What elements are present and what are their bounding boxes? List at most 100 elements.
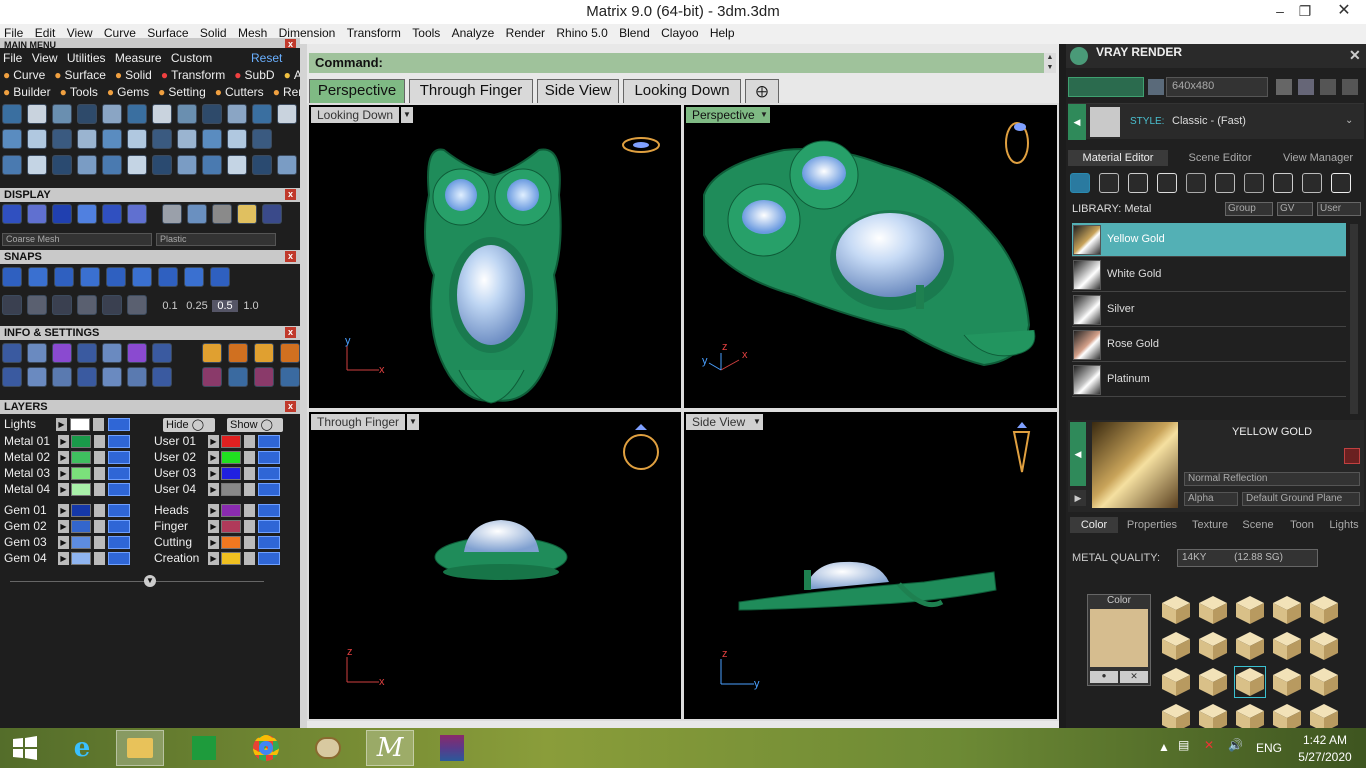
tool-icon[interactable]	[102, 343, 122, 363]
material-select[interactable]: Plastic	[156, 233, 276, 246]
layer-arrow[interactable]: ▶	[58, 536, 69, 549]
menu-analyze[interactable]: Analyze	[448, 24, 499, 40]
mm-cutters[interactable]: ● Cutters	[212, 85, 270, 99]
material-tool-icon[interactable]	[1331, 173, 1351, 193]
tool-icon[interactable]	[52, 295, 72, 315]
tool-icon[interactable]	[227, 155, 247, 175]
restore-button[interactable]: ❐	[1290, 0, 1320, 22]
layer-color[interactable]	[71, 504, 91, 517]
style-value[interactable]: Classic - (Fast)	[1172, 115, 1246, 127]
layer-toggle[interactable]	[108, 520, 130, 533]
tool-icon[interactable]	[127, 155, 147, 175]
tool-icon[interactable]	[2, 295, 22, 315]
command-scroll[interactable]: ▲ ▼	[1044, 53, 1056, 73]
tray-up-icon[interactable]: ▲	[1158, 740, 1170, 754]
store-icon[interactable]	[180, 730, 228, 766]
layer-color[interactable]	[71, 467, 91, 480]
color-swatch[interactable]	[1090, 609, 1148, 667]
image-icon[interactable]	[1298, 79, 1314, 95]
menu-tools[interactable]: Tools	[408, 24, 444, 40]
close-icon[interactable]: x	[285, 39, 296, 48]
tool-icon[interactable]	[77, 104, 97, 124]
layer-row[interactable]: User 03 ▶	[154, 466, 294, 481]
tab-looking-down[interactable]: Looking Down	[623, 79, 741, 103]
tool-icon[interactable]	[52, 104, 72, 124]
layer-toggle[interactable]	[258, 467, 280, 480]
tool-icon[interactable]	[2, 267, 22, 287]
layer-row[interactable]: Cutting ▶	[154, 535, 294, 550]
volume-icon[interactable]: 🔊	[1228, 738, 1243, 752]
tool-icon[interactable]	[252, 129, 272, 149]
tool-icon[interactable]	[184, 267, 204, 287]
layer-arrow[interactable]: ▶	[208, 520, 219, 533]
layer-toggle[interactable]	[108, 536, 130, 549]
tool-icon[interactable]	[228, 367, 248, 387]
layer-row[interactable]: Metal 03 ▶	[4, 466, 144, 481]
material-tool-icon[interactable]	[1186, 173, 1206, 193]
metal-preset-cube[interactable]	[1160, 666, 1192, 698]
tool-icon[interactable]	[127, 104, 147, 124]
lock-icon[interactable]	[244, 504, 255, 517]
collapse-icon[interactable]: ◀	[1068, 104, 1086, 140]
filter-user[interactable]: User	[1317, 202, 1361, 216]
metal-preset-cube[interactable]	[1160, 702, 1192, 728]
tab-material-editor[interactable]: Material Editor	[1068, 150, 1168, 166]
tool-icon[interactable]	[280, 367, 300, 387]
tool-icon[interactable]	[102, 155, 122, 175]
layer-arrow[interactable]: ▶	[208, 536, 219, 549]
layer-row[interactable]: Metal 01 ▶	[4, 434, 144, 449]
paint-icon[interactable]	[304, 730, 352, 766]
lock-icon[interactable]	[94, 552, 105, 565]
menu-help[interactable]: Help	[706, 24, 739, 40]
layer-color[interactable]	[221, 504, 241, 517]
metal-preset-cube[interactable]	[1271, 702, 1303, 728]
mm-file[interactable]: File	[0, 51, 25, 65]
render-icon[interactable]	[1148, 79, 1164, 95]
menu-clayoo[interactable]: Clayoo	[657, 24, 702, 40]
lock-icon[interactable]	[93, 418, 104, 431]
resolution-select[interactable]: 640x480	[1166, 77, 1268, 97]
lock-icon[interactable]	[244, 435, 255, 448]
color-picker-icon[interactable]: ●	[1090, 671, 1118, 683]
menu-render[interactable]: Render	[502, 24, 549, 40]
layer-row[interactable]: Metal 02 ▶	[4, 450, 144, 465]
mm-utilities[interactable]: Utilities	[64, 51, 109, 65]
tool-icon[interactable]	[80, 267, 100, 287]
material-tool-icon[interactable]	[1157, 173, 1177, 193]
close-icon[interactable]: x	[285, 401, 296, 412]
tool-icon[interactable]	[77, 129, 97, 149]
tool-icon[interactable]	[212, 204, 232, 224]
layer-arrow[interactable]: ▶	[208, 451, 219, 464]
tool-icon[interactable]	[202, 343, 222, 363]
tool-icon[interactable]	[254, 367, 274, 387]
metal-preset-cube[interactable]	[1234, 666, 1266, 698]
layer-arrow[interactable]: ▶	[208, 435, 219, 448]
list-icon[interactable]	[1320, 79, 1336, 95]
layer-toggle[interactable]	[108, 435, 130, 448]
tool-icon[interactable]	[77, 204, 97, 224]
reflection-select[interactable]: Normal Reflection	[1184, 472, 1360, 486]
mm-custom[interactable]: Custom	[168, 51, 215, 65]
layer-color[interactable]	[221, 451, 241, 464]
close-icon[interactable]: x	[285, 327, 296, 338]
render-buttons[interactable]	[1068, 77, 1144, 97]
layer-arrow[interactable]: ▶	[58, 504, 69, 517]
tab-properties[interactable]: Properties	[1120, 517, 1184, 533]
lock-icon[interactable]	[244, 451, 255, 464]
tab-toon[interactable]: Toon	[1282, 517, 1322, 533]
layer-toggle[interactable]	[108, 467, 130, 480]
tool-icon[interactable]	[152, 104, 172, 124]
layer-toggle[interactable]	[258, 536, 280, 549]
tool-icon[interactable]	[262, 204, 282, 224]
tool-icon[interactable]	[252, 104, 272, 124]
layer-toggle[interactable]	[108, 418, 130, 431]
mm-setting[interactable]: ● Setting	[155, 85, 212, 99]
snap-value-3[interactable]: 0.5	[212, 300, 238, 312]
tab-scene[interactable]: Scene	[1236, 517, 1280, 533]
tool-icon[interactable]	[202, 104, 222, 124]
snap-value-1[interactable]: 0.1	[158, 300, 182, 312]
layer-color[interactable]	[221, 536, 241, 549]
layer-toggle[interactable]	[258, 435, 280, 448]
layer-color[interactable]	[70, 418, 90, 431]
layer-row[interactable]: Metal 04 ▶	[4, 482, 144, 497]
